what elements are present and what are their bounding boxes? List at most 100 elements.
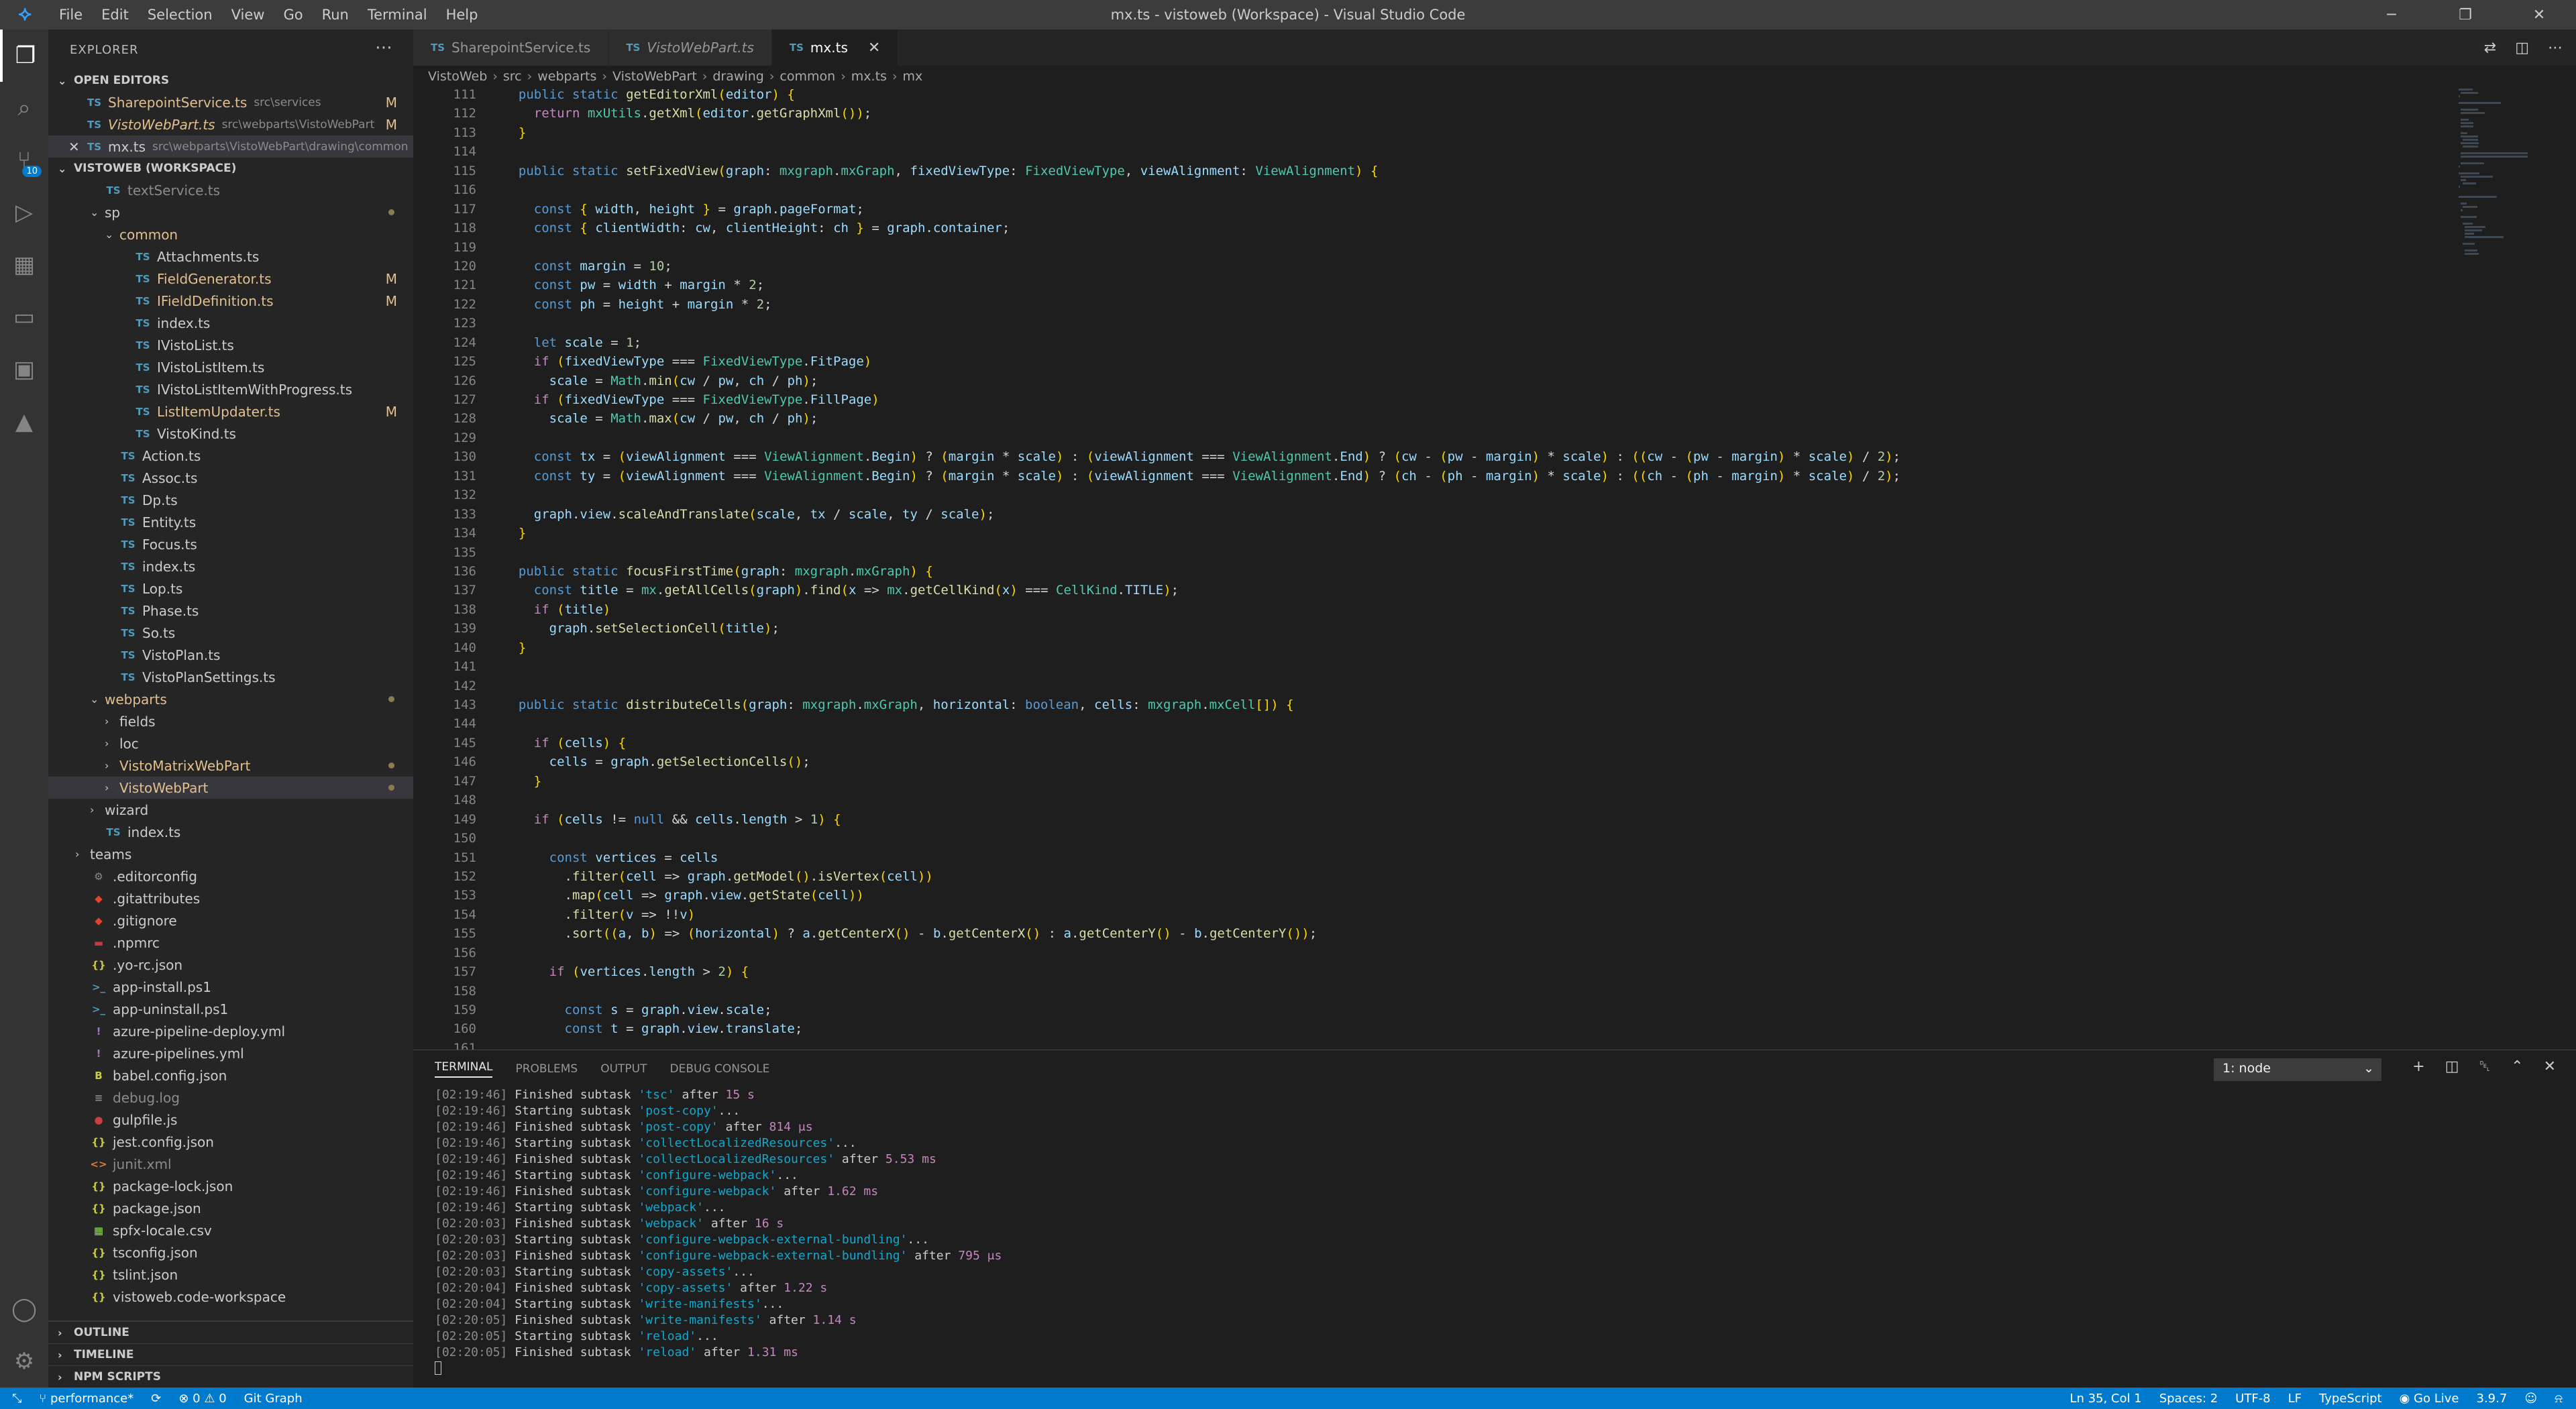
split-terminal-icon[interactable]: ◫	[2445, 1058, 2459, 1075]
breadcrumb-item[interactable]: VistoWebPart	[612, 69, 697, 84]
panel-tab-debug-console[interactable]: DEBUG CONSOLE	[670, 1062, 770, 1076]
file-item[interactable]: {} tsconfig.json	[48, 1241, 413, 1263]
docker-icon[interactable]: ▣	[0, 343, 48, 396]
editor-tab[interactable]: TS SharepointService.ts	[413, 30, 609, 66]
extensions-icon[interactable]: ▦	[0, 239, 48, 291]
file-item[interactable]: TS Focus.ts	[48, 533, 413, 555]
folder-item[interactable]: › teams	[48, 843, 413, 865]
menu-view[interactable]: View	[222, 0, 274, 30]
file-item[interactable]: TS FieldGenerator.ts M	[48, 268, 413, 290]
file-item[interactable]: {} .yo-rc.json	[48, 954, 413, 976]
file-item[interactable]: TS VistoPlan.ts	[48, 644, 413, 666]
trash-icon[interactable]: ␡	[2479, 1058, 2491, 1075]
file-item[interactable]: {} tslint.json	[48, 1263, 413, 1286]
menu-file[interactable]: File	[50, 0, 92, 30]
file-item[interactable]: >_ app-uninstall.ps1	[48, 998, 413, 1020]
maximize-panel-icon[interactable]: ⌃	[2511, 1058, 2523, 1075]
folder-item[interactable]: › fields	[48, 710, 413, 732]
file-item[interactable]: ≡ debug.log	[48, 1086, 413, 1109]
menu-run[interactable]: Run	[313, 0, 358, 30]
file-item[interactable]: ◆ .gitignore	[48, 909, 413, 932]
language-mode[interactable]: TypeScript	[2319, 1392, 2382, 1406]
split-editor-icon[interactable]: ◫	[2515, 40, 2529, 56]
panel-tab-problems[interactable]: PROBLEMS	[515, 1062, 578, 1076]
file-item[interactable]: ◆ .gitattributes	[48, 887, 413, 909]
file-item[interactable]: TS index.ts	[48, 821, 413, 843]
breadcrumb-item[interactable]: VistoWeb	[428, 69, 487, 84]
terminal-output[interactable]: [02:19:46] Finished subtask 'tsc' after …	[413, 1088, 2576, 1377]
explorer-icon[interactable]: ❐	[0, 30, 48, 82]
folder-item[interactable]: ⌄ webparts	[48, 688, 413, 710]
file-item[interactable]: TS Lop.ts	[48, 577, 413, 600]
remote-explorer-icon[interactable]: ▭	[0, 291, 48, 343]
new-terminal-icon[interactable]: +	[2412, 1058, 2424, 1075]
file-item[interactable]: ▦ spfx-locale.csv	[48, 1219, 413, 1241]
code-view[interactable]: 111 public static getEditorXml(editor) {…	[413, 87, 2459, 1050]
branch-status[interactable]: ⑂ performance*	[39, 1392, 133, 1406]
folder-item[interactable]: ⌄ common	[48, 223, 413, 245]
file-item[interactable]: {} package.json	[48, 1197, 413, 1219]
open-editor-item[interactable]: TS SharepointService.ts src\services M	[48, 91, 413, 113]
encoding[interactable]: UTF-8	[2235, 1392, 2270, 1406]
indentation[interactable]: Spaces: 2	[2159, 1392, 2218, 1406]
file-item[interactable]: TS Dp.ts	[48, 489, 413, 511]
remote-icon[interactable]: ⤡	[12, 1392, 21, 1406]
open-editor-item[interactable]: TS VistoWebPart.ts src\webparts\VistoWebPa…	[48, 113, 413, 135]
source-control-icon[interactable]: ⑂ 10	[0, 134, 48, 186]
file-item[interactable]: {} vistoweb.code-workspace	[48, 1286, 413, 1308]
menu-help[interactable]: Help	[437, 0, 488, 30]
folder-item[interactable]: › VistoMatrixWebPart	[48, 754, 413, 777]
file-item[interactable]: TS Phase.ts	[48, 600, 413, 622]
open-editors-header[interactable]: ⌄ OPEN EDITORS	[48, 70, 413, 91]
more-actions-icon[interactable]: ⋯	[2548, 40, 2563, 56]
eol[interactable]: LF	[2288, 1392, 2302, 1406]
file-item[interactable]: TS ListItemUpdater.ts M	[48, 400, 413, 422]
breadcrumb-item[interactable]: mx.ts	[851, 69, 887, 84]
sync-icon[interactable]: ⟳	[151, 1392, 161, 1406]
file-item[interactable]: ▬ .npmrc	[48, 932, 413, 954]
section-npm-scripts[interactable]: › NPM SCRIPTS	[48, 1365, 413, 1388]
file-item[interactable]: TS IVistoList.ts	[48, 334, 413, 356]
breadcrumb-item[interactable]: drawing	[712, 69, 763, 84]
file-item[interactable]: TS So.ts	[48, 622, 413, 644]
azure-icon[interactable]: ▲	[0, 396, 48, 448]
file-item[interactable]: TS IFieldDefinition.ts M	[48, 290, 413, 312]
section-outline[interactable]: › OUTLINE	[48, 1321, 413, 1343]
feedback-icon[interactable]: ☺	[2524, 1392, 2537, 1406]
folder-item[interactable]: › wizard	[48, 799, 413, 821]
panel-tab-terminal[interactable]: TERMINAL	[435, 1060, 493, 1078]
open-editor-item[interactable]: ✕ TS mx.ts src\webparts\VistoWebPart\drawin…	[48, 135, 413, 158]
menu-selection[interactable]: Selection	[138, 0, 222, 30]
editor-tab[interactable]: TS mx.ts ✕	[771, 30, 899, 66]
file-item[interactable]: ! azure-pipeline-deploy.yml	[48, 1020, 413, 1042]
file-item[interactable]: TS Attachments.ts	[48, 245, 413, 268]
folder-item[interactable]: › VistoWebPart	[48, 777, 413, 799]
file-item[interactable]: <> junit.xml	[48, 1153, 413, 1175]
restore-icon[interactable]: ❐	[2428, 0, 2502, 30]
go-live[interactable]: ◉ Go Live	[2400, 1392, 2459, 1406]
menu-edit[interactable]: Edit	[92, 0, 138, 30]
breadcrumb-item[interactable]: common	[780, 69, 835, 84]
close-panel-icon[interactable]: ✕	[2544, 1058, 2556, 1075]
menu-go[interactable]: Go	[274, 0, 312, 30]
breadcrumb-item[interactable]: mx	[903, 69, 923, 84]
manage-gear-icon[interactable]: ⚙	[0, 1335, 48, 1388]
close-icon[interactable]: ✕	[868, 40, 880, 56]
minimap[interactable]	[2457, 87, 2537, 490]
run-debug-icon[interactable]: ▷	[0, 186, 48, 239]
file-item[interactable]: TS Action.ts	[48, 445, 413, 467]
account-icon[interactable]: ◯	[0, 1283, 48, 1335]
problems-status[interactable]: ⊗ 0 ⚠ 0	[178, 1392, 226, 1406]
terminal-prompt[interactable]	[435, 1361, 2576, 1377]
folder-item[interactable]: ⌄ sp	[48, 201, 413, 223]
panel-tab-output[interactable]: OUTPUT	[600, 1062, 647, 1076]
file-item[interactable]: TS Entity.ts	[48, 511, 413, 533]
file-item[interactable]: ● gulpfile.js	[48, 1109, 413, 1131]
cursor-position[interactable]: Ln 35, Col 1	[2070, 1392, 2141, 1406]
section-timeline[interactable]: › TIMELINE	[48, 1343, 413, 1365]
notifications-icon[interactable]: ⍾	[2555, 1392, 2563, 1406]
file-item[interactable]: >_ app-install.ps1	[48, 976, 413, 998]
editor-tab[interactable]: TS VistoWebPart.ts	[608, 30, 772, 66]
file-item[interactable]: TS IVistoListItem.ts	[48, 356, 413, 378]
file-item[interactable]: {} package-lock.json	[48, 1175, 413, 1197]
